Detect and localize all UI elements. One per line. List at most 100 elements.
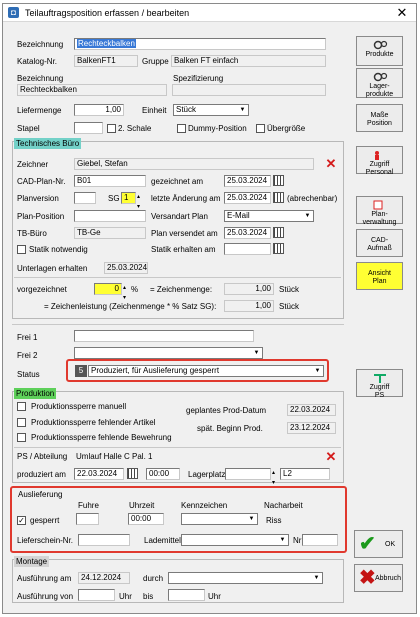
calendar-icon[interactable] (273, 192, 284, 203)
lagerplatz-value-input[interactable]: L2 (280, 468, 330, 480)
versandart-select[interactable]: E-Mail ▼ (224, 210, 314, 222)
lager-label-1: Lager- (369, 83, 390, 90)
letzte-aenderung-label: letzte Änderung am (151, 194, 221, 203)
uebergroesse-checkbox[interactable] (256, 124, 265, 133)
uhrzeit-input[interactable]: 00:00 (128, 513, 164, 525)
planversion-label: Planversion (17, 194, 59, 203)
stapel-input[interactable] (74, 122, 103, 134)
cad-label-1: CAD- (370, 237, 389, 244)
document-icon (373, 200, 382, 210)
calendar-icon[interactable] (127, 468, 138, 479)
checkmark-icon: ✔ (359, 533, 376, 555)
uhr2-label: Uhr (208, 592, 221, 601)
vorgezeichnet-spinner-icon[interactable]: ▴ ▾ (123, 283, 126, 303)
ansicht-plan-button[interactable]: Ansicht Plan (356, 262, 403, 290)
frei2-select[interactable]: ▼ (74, 347, 263, 359)
auslieferung-title: Auslieferung (18, 490, 63, 499)
lagerprodukte-button[interactable]: Lager- produkte (356, 68, 403, 98)
nr-input[interactable] (302, 534, 338, 546)
uebergroesse-label: Übergröße (267, 124, 306, 133)
statik-notwendig-checkbox[interactable] (17, 245, 26, 254)
lagerplatz-spinner-icon[interactable]: ▴ ▾ (272, 468, 275, 488)
gears-icon (373, 40, 387, 50)
ok-button[interactable]: ✔ OK (354, 530, 403, 558)
lademittel-select[interactable]: ▼ (181, 534, 289, 546)
chevron-down-icon: ▼ (246, 514, 257, 524)
planposition-input[interactable] (74, 210, 146, 222)
nacharbeit-label: Nacharbeit (264, 501, 303, 510)
ausfuehrung-bis-input[interactable] (168, 589, 205, 601)
lagerplatz-input[interactable] (225, 468, 271, 480)
katalog-label: Katalog-Nr. (17, 57, 58, 66)
close-button[interactable]: ✕ (391, 4, 413, 21)
zugriff-personal-button[interactable]: Zugriff Personal (356, 146, 403, 176)
tbbuero-label: TB-Büro (17, 229, 47, 238)
produktion-title: Produktion (14, 388, 57, 399)
lieferschein-label: Lieferschein-Nr. (17, 536, 74, 545)
clear-zeichner-icon[interactable]: ✕ (325, 157, 337, 170)
letzte-aenderung-input[interactable]: 25.03.2024 (224, 192, 271, 204)
zeichenleistung-field: 1,00 (224, 300, 274, 312)
bezeichnung-value: Rechteckbalken (77, 39, 136, 48)
abbruch-button[interactable]: ✖ Abbruch (354, 564, 403, 592)
spaet-beginn-label: spät. Beginn Prod. (197, 424, 263, 433)
bezeichnung-label: Bezeichnung (17, 40, 64, 49)
produziert-time-input[interactable]: 00:00 (146, 468, 180, 480)
cad-aufmass-button[interactable]: CAD- Aufmaß (356, 229, 403, 257)
sg-input[interactable]: 1 (121, 192, 136, 204)
planverwaltung-label-2: verwaltung (362, 219, 397, 226)
bezeichnung2-label: Bezeichnung (17, 74, 64, 83)
abbruch-label: Abbruch (375, 575, 402, 582)
zeichenleistung-label: = Zeichenleistung (Zeichenmenge * % Satz… (44, 302, 217, 311)
fuhre-input[interactable] (76, 513, 99, 525)
zugriff-ps-button[interactable]: Zugriff PS (356, 369, 403, 399)
spezifizierung-label: Spezifizierung (173, 74, 224, 83)
frei1-input[interactable] (74, 330, 254, 342)
sperre-artikel-checkbox[interactable] (17, 418, 26, 427)
dummy-checkbox[interactable] (177, 124, 186, 133)
calendar-icon[interactable] (273, 243, 284, 254)
kennzeichen-select[interactable]: ▼ (181, 513, 258, 525)
sperre-manuell-checkbox[interactable] (17, 402, 26, 411)
sg-label: SG (108, 194, 120, 203)
masse-label-2: Position (367, 120, 392, 127)
gesperrt-checkbox[interactable]: ✓ (17, 516, 26, 525)
abrechenbar-label: (abrechenbar) (287, 194, 338, 203)
gezeichnet-input[interactable]: 25.03.2024 (224, 175, 271, 187)
einheit-select[interactable]: Stück ▼ (173, 104, 249, 116)
versendet-input[interactable]: 25.03.2024 (224, 227, 271, 239)
lieferschein-input[interactable] (78, 534, 130, 546)
calendar-icon[interactable] (273, 227, 284, 238)
lagerplatz-label: Lagerplatz (188, 470, 226, 479)
bezeichnung-input[interactable]: Rechteckbalken (74, 38, 326, 50)
sg-spinner-icon[interactable]: ▴ ▾ (137, 192, 140, 212)
planverwaltung-button[interactable]: Plan- verwaltung (356, 196, 403, 226)
gruppe-label: Gruppe (142, 57, 169, 66)
planversion-input[interactable] (74, 192, 96, 204)
statik-erhalten-input[interactable] (224, 243, 271, 255)
clear-ps-icon[interactable]: ✕ (325, 450, 337, 463)
zeichenmenge-unit: Stück (279, 285, 300, 294)
ok-label: OK (385, 541, 396, 548)
durch-select[interactable]: ▼ (168, 572, 323, 584)
gezeichnet-label: gezeichnet am (151, 177, 204, 186)
status-select[interactable]: Produziert, für Auslieferung gesperrt ▼ (88, 365, 324, 377)
planverwaltung-label-1: Plan- (371, 211, 388, 218)
cad-input[interactable]: B01 (74, 175, 146, 187)
uhr1-label: Uhr (119, 592, 132, 601)
zeichner-field: Giebel, Stefan (74, 158, 314, 170)
calendar-icon[interactable] (273, 175, 284, 186)
gruppe-field: Balken FT einfach (171, 55, 326, 67)
produkte-button[interactable]: Produkte (356, 36, 403, 66)
statik-notwendig-label: Statik notwendig (29, 245, 88, 254)
produziert-date-input[interactable]: 22.03.2024 (74, 468, 124, 480)
vorgezeichnet-input[interactable]: 0 (94, 283, 122, 295)
sperre-bewehrung-checkbox[interactable] (17, 433, 26, 442)
ausfuehrung-von-input[interactable] (78, 589, 115, 601)
technisches-buero-title: Technisches Büro (14, 138, 82, 149)
liefermenge-input[interactable]: 1,00 (74, 104, 124, 116)
lademittel-label: Lademittel (144, 536, 181, 545)
schale-checkbox[interactable] (107, 124, 116, 133)
masse-position-button[interactable]: Maße Position (356, 104, 403, 132)
liefermenge-label: Liefermenge (17, 106, 62, 115)
